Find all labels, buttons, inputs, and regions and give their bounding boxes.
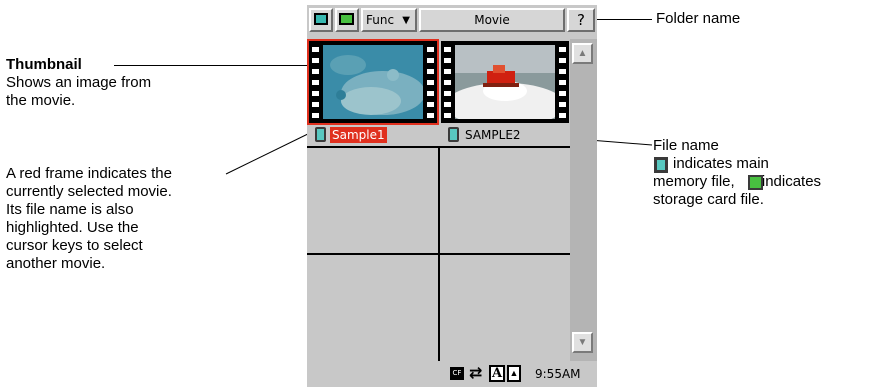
file-name-annotation-title: File name xyxy=(653,137,719,154)
power-plug-icon: ⇄ xyxy=(469,363,483,382)
film-sprocket-hole xyxy=(427,80,434,85)
film-sprocket-hole xyxy=(427,113,434,118)
folder-name-annotation: Folder name xyxy=(656,10,741,27)
film-sprocket-hole xyxy=(559,80,566,85)
folder-name-label: Movie xyxy=(474,13,510,27)
film-sprocket-hole xyxy=(427,58,434,63)
screen-button[interactable] xyxy=(309,8,333,32)
film-sprocket-hole xyxy=(312,80,319,85)
empty-cell xyxy=(307,255,438,361)
film-sprocket-hole xyxy=(559,102,566,107)
help-icon: ? xyxy=(577,11,585,29)
film-sprocket-hole xyxy=(427,69,434,74)
film-sprocket-hole xyxy=(444,47,451,52)
thumbnail-1 xyxy=(309,41,437,123)
film-sprocket-hole xyxy=(559,69,566,74)
keyboard-a-icon[interactable]: A xyxy=(489,365,505,382)
film-sprocket-hole xyxy=(559,91,566,96)
device-screen: Func ▼ Movie ? Sample1 SAMPLE2 ▲ ▼ CF ⇄ … xyxy=(307,5,597,387)
film-sprocket-hole xyxy=(312,69,319,74)
empty-cell xyxy=(440,255,570,361)
file-name-annotation-line-2: indicates main xyxy=(673,155,769,172)
storage-card-legend-icon xyxy=(748,175,763,190)
chevron-down-icon: ▼ xyxy=(402,15,410,26)
scrollbar[interactable]: ▲ ▼ xyxy=(570,39,597,361)
file-name-annotation-line-3: memory file, xyxy=(653,173,735,190)
thumbnail-2 xyxy=(441,41,569,123)
film-sprocket-hole xyxy=(312,91,319,96)
film-sprocket-hole xyxy=(312,47,319,52)
status-time: 9:55AM xyxy=(535,367,581,381)
func-menu-button[interactable]: Func ▼ xyxy=(361,8,417,32)
thumbnail-1-image xyxy=(323,45,423,119)
thumbnail-cell-1[interactable]: Sample1 xyxy=(307,39,439,145)
file-name-annotation: File name indicates main memory file, in… xyxy=(653,137,892,209)
film-sprocket-hole xyxy=(559,47,566,52)
film-sprocket-hole xyxy=(559,113,566,118)
func-menu-label: Func xyxy=(366,13,395,27)
screen-icon xyxy=(314,13,328,25)
film-sprocket-hole xyxy=(427,47,434,52)
film-sprocket-hole xyxy=(444,69,451,74)
card-icon xyxy=(339,13,354,25)
film-sprocket-hole xyxy=(427,91,434,96)
main-memory-icon xyxy=(315,127,326,142)
grid-divider xyxy=(438,148,440,361)
up-arrow-icon[interactable]: ▲ xyxy=(507,365,521,382)
main-memory-icon xyxy=(448,127,459,142)
film-sprocket-hole xyxy=(312,58,319,63)
memory-legend-icon xyxy=(654,157,668,173)
folder-name-button[interactable]: Movie xyxy=(419,8,565,32)
empty-cell xyxy=(307,148,438,252)
file-name-1: Sample1 xyxy=(330,127,387,143)
cf-card-icon: CF xyxy=(450,367,464,380)
film-sprocket-hole xyxy=(312,113,319,118)
film-sprocket-hole xyxy=(444,58,451,63)
thumbnail-cell-2[interactable]: SAMPLE2 xyxy=(440,39,570,145)
file-name-annotation-line-4: storage card file. xyxy=(653,191,764,208)
up-arrow-icon: ▲ xyxy=(577,48,588,59)
film-sprocket-hole xyxy=(444,102,451,107)
scroll-up-button[interactable]: ▲ xyxy=(572,43,593,64)
thumbnail-2-image xyxy=(455,45,555,119)
film-sprocket-hole xyxy=(559,58,566,63)
card-button[interactable] xyxy=(335,8,359,32)
file-name-2: SAMPLE2 xyxy=(465,128,521,142)
down-arrow-icon: ▼ xyxy=(577,337,588,348)
film-sprocket-hole xyxy=(427,102,434,107)
status-bar: CF ⇄ A ▲ 9:55AM xyxy=(307,361,597,387)
toolbar: Func ▼ Movie ? xyxy=(307,5,597,39)
film-sprocket-hole xyxy=(444,80,451,85)
empty-cell xyxy=(440,148,570,252)
help-button[interactable]: ? xyxy=(567,8,595,32)
scroll-down-button[interactable]: ▼ xyxy=(572,332,593,353)
folder-leader-line xyxy=(597,19,652,20)
film-sprocket-hole xyxy=(444,113,451,118)
film-sprocket-hole xyxy=(312,102,319,107)
film-sprocket-hole xyxy=(444,91,451,96)
